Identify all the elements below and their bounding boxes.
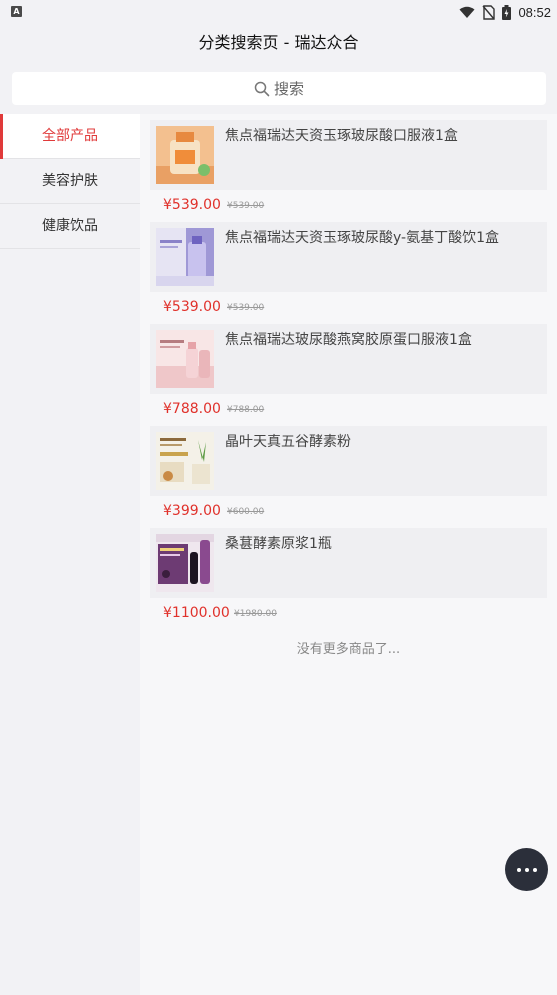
product-card[interactable]: 晶叶天真五谷酵素粉	[150, 426, 547, 496]
wifi-icon	[459, 6, 475, 18]
product-image[interactable]	[156, 228, 214, 286]
sidebar-item-label: 美容护肤	[42, 173, 98, 189]
price-row: ¥788.00 ¥788.00	[150, 394, 547, 426]
no-more-text: 没有更多商品了...	[296, 642, 401, 657]
sidebar-item-health-drinks[interactable]: 健康饮品	[0, 204, 140, 249]
sidebar-item-beauty-skincare[interactable]: 美容护肤	[0, 159, 140, 204]
price-row: ¥399.00 ¥600.00	[150, 496, 547, 528]
product-card[interactable]: 焦点福瑞达玻尿酸燕窝胶原蛋口服液1盒	[150, 324, 547, 394]
product-price: ¥399.00	[163, 503, 221, 519]
product-name: 焦点福瑞达玻尿酸燕窝胶原蛋口服液1盒	[225, 332, 472, 348]
original-price: ¥539.00	[227, 201, 265, 211]
product-image[interactable]	[156, 432, 214, 490]
product-name: 焦点福瑞达天资玉琢玻尿酸口服液1盒	[225, 128, 458, 144]
more-dots-icon	[524, 867, 529, 872]
page-title: 分类搜索页 - 瑞达众合	[198, 33, 359, 52]
more-dots-icon	[532, 867, 537, 872]
sidebar-item-label: 全部产品	[42, 128, 98, 144]
search-placeholder: 搜索	[273, 80, 304, 98]
product-price: ¥788.00	[163, 401, 221, 417]
product-name: 晶叶天真五谷酵素粉	[225, 434, 351, 450]
search-bar: 搜索	[0, 64, 557, 114]
product-name: 焦点福瑞达天资玉琢玻尿酸y-氨基丁酸饮1盒	[225, 230, 499, 246]
original-price: ¥539.00	[227, 303, 265, 313]
original-price: ¥600.00	[227, 507, 265, 517]
original-price: ¥1980.00	[234, 609, 277, 619]
product-price: ¥539.00	[163, 299, 221, 315]
app-notification-icon: A	[11, 6, 22, 17]
product-price: ¥1100.00	[163, 605, 230, 621]
sidebar-item-all-products[interactable]: 全部产品	[0, 114, 140, 159]
product-card[interactable]: 焦点福瑞达天资玉琢玻尿酸口服液1盒	[150, 120, 547, 190]
product-image[interactable]	[156, 126, 214, 184]
product-price: ¥539.00	[163, 197, 221, 213]
product-image[interactable]	[156, 534, 214, 592]
status-time: 08:52	[518, 4, 551, 20]
product-card[interactable]: 焦点福瑞达天资玉琢玻尿酸y-氨基丁酸饮1盒	[150, 222, 547, 292]
status-icons: 08:52	[459, 3, 551, 21]
original-price: ¥788.00	[227, 405, 265, 415]
price-row: ¥539.00 ¥539.00	[150, 190, 547, 222]
product-item[interactable]: 焦点福瑞达玻尿酸燕窝胶原蛋口服液1盒 ¥788.00 ¥788.00	[150, 324, 547, 426]
product-card[interactable]: 桑葚酵素原浆1瓶	[150, 528, 547, 598]
price-row: ¥539.00 ¥539.00	[150, 292, 547, 324]
more-dots-icon	[516, 867, 521, 872]
category-sidebar: 全部产品 美容护肤 健康饮品	[0, 114, 140, 995]
product-item[interactable]: 焦点福瑞达天资玉琢玻尿酸y-氨基丁酸饮1盒 ¥539.00 ¥539.00	[150, 222, 547, 324]
product-image[interactable]	[156, 330, 214, 388]
search-input[interactable]: 搜索	[12, 72, 546, 105]
product-name: 桑葚酵素原浆1瓶	[225, 536, 332, 552]
title-bar: 分类搜索页 - 瑞达众合	[0, 24, 557, 64]
battery-icon	[502, 4, 512, 20]
no-sim-icon	[482, 4, 496, 20]
sidebar-item-label: 健康饮品	[42, 218, 98, 234]
more-floating-button[interactable]	[505, 848, 548, 891]
price-row: ¥1100.00 ¥1980.00	[150, 598, 547, 630]
search-icon	[254, 81, 270, 96]
product-item[interactable]: 桑葚酵素原浆1瓶 ¥1100.00 ¥1980.00	[150, 528, 547, 630]
product-item[interactable]: 焦点福瑞达天资玉琢玻尿酸口服液1盒 ¥539.00 ¥539.00	[150, 120, 547, 222]
status-bar: A 08:52	[0, 0, 557, 24]
product-item[interactable]: 晶叶天真五谷酵素粉 ¥399.00 ¥600.00	[150, 426, 547, 528]
product-list: 焦点福瑞达天资玉琢玻尿酸口服液1盒 ¥539.00 ¥539.00 焦点福瑞达天…	[140, 114, 557, 995]
